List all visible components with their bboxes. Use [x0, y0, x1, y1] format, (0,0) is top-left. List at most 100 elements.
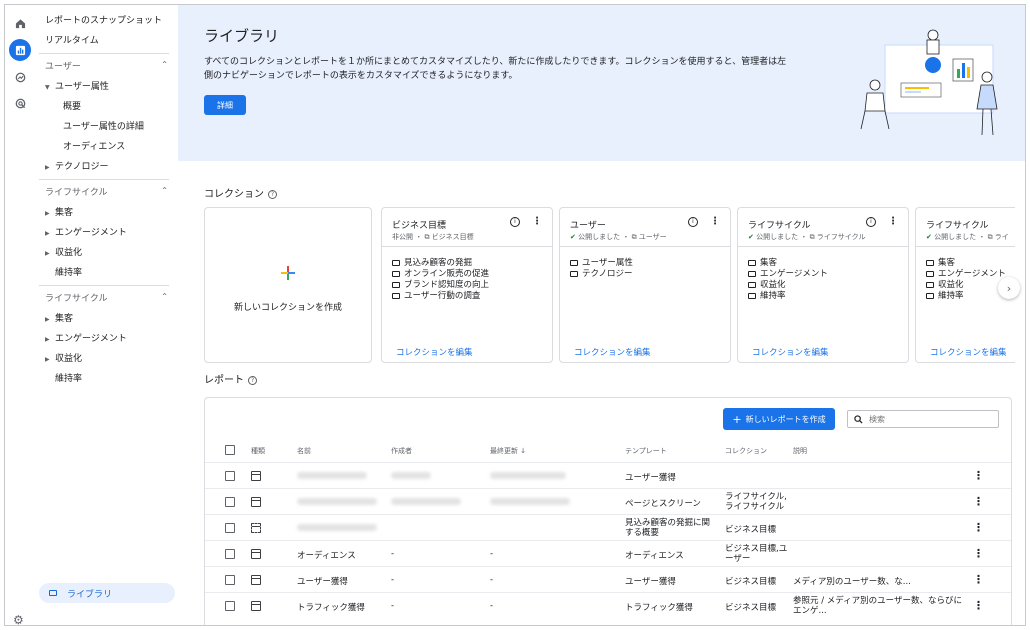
nav-group-lifecycle-2[interactable]: ライフサイクル: [45, 291, 108, 304]
report-search[interactable]: [847, 410, 999, 428]
column-header-name[interactable]: 名前: [297, 446, 311, 456]
nav-retention[interactable]: 維持率: [55, 265, 82, 278]
explore-icon[interactable]: [12, 69, 28, 85]
column-header-creator[interactable]: 作成者: [391, 446, 412, 456]
redacted-creator: [391, 498, 461, 505]
nav-report-snapshot[interactable]: レポートのスナップショット: [45, 13, 162, 26]
table-row[interactable]: ページとスクリーン ライフサイクル, ライフサイクル ⋮: [205, 488, 1011, 514]
advertising-icon[interactable]: [12, 95, 28, 111]
nav-acquisition[interactable]: ▶ 集客: [45, 205, 73, 218]
more-vert-icon[interactable]: ⋮: [973, 599, 984, 612]
more-vert-icon[interactable]: ⋮: [973, 495, 984, 508]
column-header-type[interactable]: 種類: [251, 446, 265, 456]
nav-engagement[interactable]: ▶ エンゲージメント: [45, 225, 127, 238]
row-creator: -: [391, 549, 395, 559]
nav-audience[interactable]: オーディエンス: [63, 139, 125, 152]
edit-collection-link[interactable]: コレクションを編集: [396, 346, 473, 358]
row-name[interactable]: トラフィック獲得: [297, 601, 365, 613]
nav-group-lifecycle[interactable]: ライフサイクル: [45, 185, 108, 198]
more-vert-icon[interactable]: ⋮: [532, 216, 542, 227]
home-icon[interactable]: [12, 15, 28, 31]
nav-divider: [39, 53, 169, 54]
nav-monetization-2[interactable]: ▶ 収益化: [45, 351, 82, 364]
collection-card-user[interactable]: ユーザー i ⋮ ✔ 公開しました ・ ⧉ ユーザー ユーザー属性 テクノロジー…: [559, 207, 731, 363]
info-icon[interactable]: i: [510, 217, 520, 227]
nav-realtime[interactable]: リアルタイム: [45, 33, 99, 46]
new-collection-card[interactable]: 新しいコレクションを作成: [204, 207, 372, 363]
nav-group-user[interactable]: ユーザー: [45, 59, 81, 72]
search-input[interactable]: [869, 414, 979, 424]
nav-retention-2[interactable]: 維持率: [55, 371, 82, 384]
list-item: 収益化: [748, 280, 828, 291]
edit-collection-link[interactable]: コレクションを編集: [752, 346, 829, 358]
table-row[interactable]: トラフィック獲得 - - トラフィック獲得 ビジネス目標 参照元 / メディア別…: [205, 592, 1011, 618]
reports-icon[interactable]: [9, 39, 31, 61]
row-checkbox[interactable]: [225, 575, 235, 585]
more-vert-icon[interactable]: ⋮: [973, 547, 984, 560]
folder-icon: [926, 259, 934, 266]
column-header-updated[interactable]: 最終更新 ↓: [490, 446, 526, 456]
info-icon[interactable]: i: [688, 217, 698, 227]
collection-card-meta: ✔ 公開しました ・ ⧉ ライフサイクル: [748, 233, 866, 241]
collection-card-lifecycle[interactable]: ライフサイクル i ⋮ ✔ 公開しました ・ ⧉ ライフサイクル 集客 エンゲー…: [737, 207, 909, 363]
column-header-collection[interactable]: コレクション: [725, 446, 767, 456]
column-header-template[interactable]: テンプレート: [625, 446, 667, 456]
nav-engagement-2[interactable]: ▶ エンゲージメント: [45, 331, 127, 344]
nav-library[interactable]: ライブラリ: [39, 583, 175, 603]
row-checkbox[interactable]: [225, 601, 235, 611]
nav-label: エンゲージメント: [55, 334, 127, 344]
info-icon[interactable]: i: [866, 217, 876, 227]
collection-template: ビジネス目標: [431, 233, 474, 241]
table-row[interactable]: オーディエンス - - オーディエンス ビジネス目標,ユ ーザー ⋮: [205, 540, 1011, 566]
folder-icon: [748, 281, 756, 288]
select-all-checkbox[interactable]: [225, 445, 235, 455]
redacted-name: [297, 524, 377, 531]
table-row[interactable]: ユーザー獲得 ⋮: [205, 462, 1011, 488]
collection-card-business-goals[interactable]: ビジネス目標 i ⋮ 非公開 ・ ⧉ ビジネス目標 見込み顧客の発掘 オンライン…: [381, 207, 553, 363]
new-report-button[interactable]: + 新しいレポートを作成: [723, 408, 835, 430]
page-title: ライブラリ: [204, 27, 280, 45]
more-vert-icon[interactable]: ⋮: [973, 573, 984, 586]
nav-monetization[interactable]: ▶ 収益化: [45, 245, 82, 258]
collection-template: ライ: [994, 233, 1009, 241]
nav-technology[interactable]: ▶ テクノロジー: [45, 159, 108, 172]
gear-icon[interactable]: ⚙: [13, 613, 24, 625]
chevron-up-icon[interactable]: ⌃: [161, 186, 168, 195]
row-checkbox[interactable]: [225, 523, 235, 533]
table-row[interactable]: ユーザー獲得 - - ユーザー獲得 ビジネス目標 メディア別のユーザー数、な..…: [205, 566, 1011, 592]
help-icon[interactable]: ?: [248, 375, 257, 385]
more-vert-icon[interactable]: ⋮: [888, 216, 898, 227]
nav-demographics[interactable]: ▼ ユーザー属性: [45, 79, 109, 92]
collection-item-label: ユーザー行動の調査: [404, 291, 481, 301]
more-vert-icon[interactable]: ⋮: [973, 521, 984, 534]
nav-demographic-details[interactable]: ユーザー属性の詳細: [63, 119, 144, 132]
edit-collection-link[interactable]: コレクションを編集: [930, 346, 1007, 358]
more-vert-icon[interactable]: ⋮: [710, 216, 720, 227]
row-checkbox[interactable]: [225, 549, 235, 559]
row-description: 参照元 / メディア別のユーザー数、ならびに エンゲ...: [793, 596, 962, 616]
nav-label: 集客: [55, 314, 74, 324]
edit-collection-link[interactable]: コレクションを編集: [574, 346, 651, 358]
chevron-up-icon[interactable]: ⌃: [161, 60, 168, 69]
arrow-down-icon: ↓: [520, 447, 527, 455]
list-item: エンゲージメント: [748, 269, 828, 280]
scroll-right-button[interactable]: ›: [998, 277, 1020, 299]
nav-overview[interactable]: 概要: [63, 99, 81, 112]
redacted-updated: [490, 472, 566, 479]
folder-icon: [392, 281, 400, 288]
detail-button[interactable]: 詳細: [204, 95, 246, 115]
help-icon[interactable]: ?: [268, 189, 277, 199]
nav-acquisition-2[interactable]: ▶ 集客: [45, 311, 73, 324]
column-header-description[interactable]: 説明: [793, 446, 807, 456]
chevron-up-icon[interactable]: ⌃: [161, 292, 168, 301]
new-report-label: 新しいレポートを作成: [745, 414, 826, 424]
row-checkbox[interactable]: [225, 471, 235, 481]
row-template: ページとスクリーン: [625, 499, 701, 509]
row-updated: -: [490, 549, 494, 559]
row-checkbox[interactable]: [225, 497, 235, 507]
folder-icon: [392, 292, 400, 299]
row-name[interactable]: オーディエンス: [297, 549, 356, 561]
table-row[interactable]: 見込み顧客の発掘に関 する概要 ビジネス目標 ⋮: [205, 514, 1011, 540]
row-name[interactable]: ユーザー獲得: [297, 575, 348, 587]
more-vert-icon[interactable]: ⋮: [973, 469, 984, 482]
